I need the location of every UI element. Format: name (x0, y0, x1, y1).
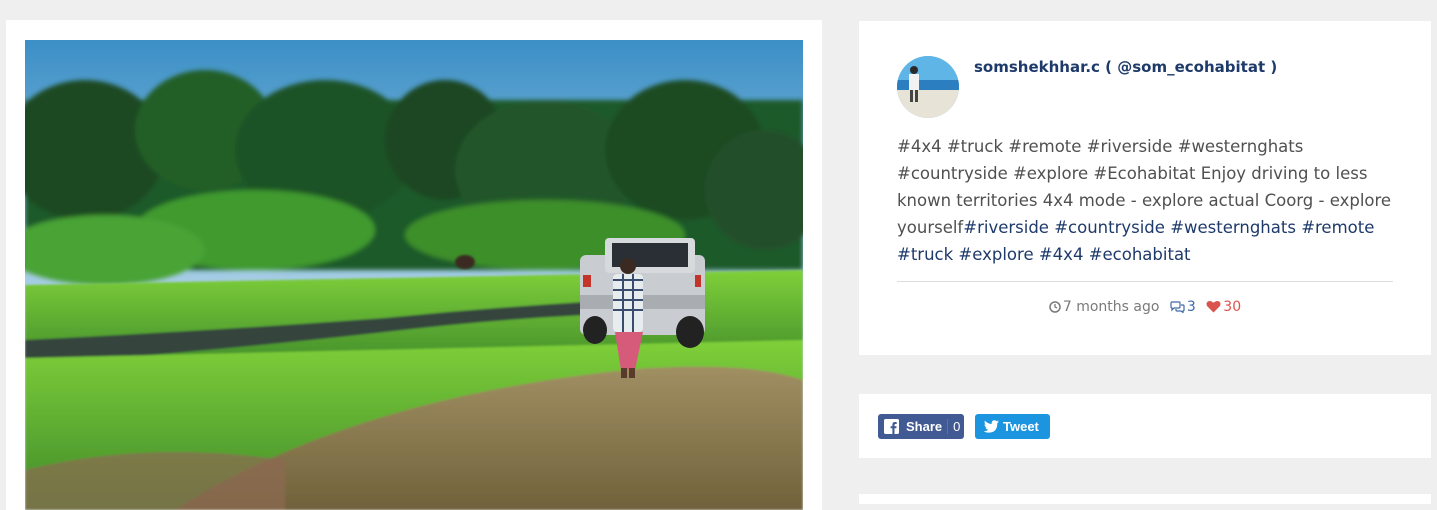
post-info-card: somshekhhar.c ( @som_ecohabitat ) #4x4 #… (859, 21, 1431, 355)
facebook-share-count: 0 (947, 419, 960, 434)
facebook-icon (884, 419, 899, 434)
photo-card (6, 20, 822, 510)
facebook-share-label: Share (906, 419, 943, 434)
likes-count-text: 30 (1223, 299, 1242, 315)
hashtag-link[interactable]: #truck (897, 245, 953, 264)
divider (897, 281, 1393, 282)
hashtag-link[interactable]: #ecohabitat (1089, 245, 1191, 264)
twitter-tweet-button[interactable]: Tweet (975, 414, 1050, 439)
hashtag-link[interactable]: #4x4 (1039, 245, 1084, 264)
user-avatar[interactable] (897, 56, 959, 118)
post-meta: 7 months ago 3 30 (897, 299, 1393, 315)
post-username[interactable]: somshekhhar.c ( @som_ecohabitat ) (974, 58, 1277, 76)
hashtag-link[interactable]: #remote (1301, 218, 1374, 237)
hashtag-link[interactable]: #westernghats (1170, 218, 1296, 237)
post-time: 7 months ago (1049, 299, 1160, 315)
post-caption: #4x4 #truck #remote #riverside #westerng… (897, 133, 1397, 268)
comments-icon (1170, 301, 1185, 314)
post-photo-image (25, 40, 803, 510)
share-card: Share 0 Tweet (859, 394, 1431, 458)
next-card (859, 494, 1431, 504)
time-ago-text: 7 months ago (1062, 299, 1160, 315)
avatar-image (897, 56, 959, 118)
hashtag-link[interactable]: #riverside (963, 218, 1049, 237)
comments-count[interactable]: 3 (1170, 299, 1196, 315)
twitter-tweet-label: Tweet (1003, 419, 1039, 434)
twitter-icon (983, 420, 999, 433)
page-edge (1432, 0, 1437, 499)
comments-count-text: 3 (1186, 299, 1196, 315)
clock-icon (1049, 301, 1061, 313)
facebook-share-button[interactable]: Share 0 (878, 414, 964, 439)
hashtag-link[interactable]: #explore (958, 245, 1033, 264)
post-photo[interactable] (25, 40, 803, 510)
hashtag-link[interactable]: #countryside (1054, 218, 1165, 237)
likes-count[interactable]: 30 (1206, 299, 1241, 315)
heart-icon (1206, 300, 1221, 313)
